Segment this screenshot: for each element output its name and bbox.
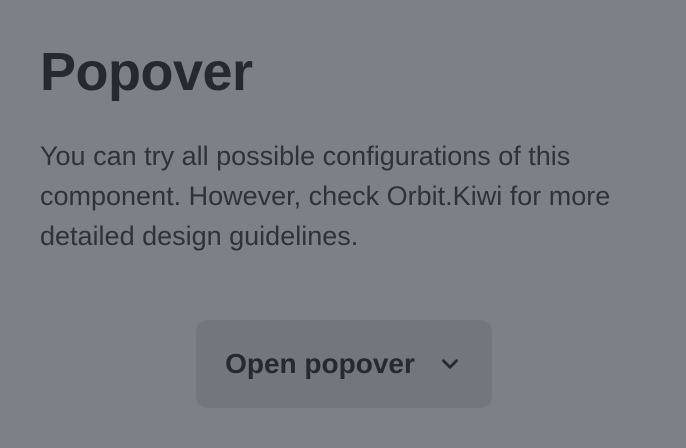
page-description: You can try all possible configurations … [40, 141, 611, 251]
open-popover-button[interactable]: Open popover [196, 320, 492, 408]
open-popover-button-label: Open popover [225, 348, 415, 379]
page-title: Popover [40, 42, 253, 102]
chevron-down-icon [437, 351, 463, 377]
page: Popover You can try all possible configu… [0, 0, 686, 448]
